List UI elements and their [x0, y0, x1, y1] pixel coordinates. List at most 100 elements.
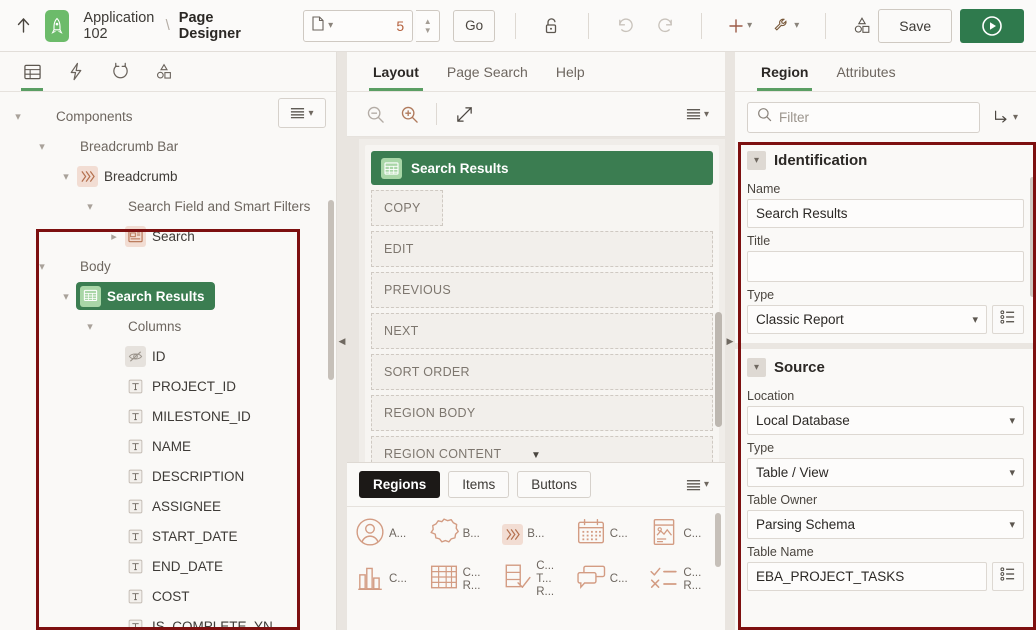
up-arrow-icon[interactable]	[12, 11, 35, 41]
chevron-down-icon[interactable]: ▾	[747, 151, 766, 170]
gallery-item[interactable]: B...	[427, 515, 501, 554]
tree-node[interactable]: ▾ Search Field and Smart Filters	[0, 191, 336, 221]
table-owner-field[interactable]: Parsing Schema ▾	[747, 510, 1024, 539]
page-selector[interactable]: ▾ 5	[303, 9, 414, 42]
property-filter[interactable]	[747, 101, 980, 133]
gallery-item[interactable]: C... R...	[647, 558, 721, 601]
property-scrollbar[interactable]	[1030, 177, 1035, 297]
tree-twisty-down-icon[interactable]: ▾	[56, 290, 76, 303]
property-group-header[interactable]: ▾ Source	[747, 349, 1024, 383]
tab-region[interactable]: Region	[749, 52, 820, 91]
search-input[interactable]	[779, 109, 970, 125]
gallery-grid[interactable]: A... B... B... C... C... C... C... R... …	[353, 515, 721, 601]
tree-node[interactable]: ▾ Components	[0, 101, 336, 131]
table-name-lov-button[interactable]	[992, 562, 1024, 591]
gallery-tab-buttons[interactable]: Buttons	[517, 471, 592, 498]
go-to-group-button[interactable]: ▾	[986, 101, 1024, 133]
unlock-icon[interactable]	[536, 10, 568, 42]
tree-node[interactable]: ▾ Body	[0, 251, 336, 281]
gallery-item[interactable]: C...	[353, 558, 427, 601]
gallery-body[interactable]: A... B... B... C... C... C... C... R... …	[347, 507, 725, 630]
tab-help[interactable]: Help	[544, 52, 597, 91]
layout-menu-button[interactable]: ▾	[682, 108, 713, 120]
tree-node[interactable]: NAME	[0, 431, 336, 461]
sidebar-item-rendering[interactable]	[10, 52, 54, 91]
name-field[interactable]: Search Results	[747, 199, 1024, 228]
canvas-drop-row[interactable]: COPY	[371, 190, 443, 226]
type-field[interactable]: Classic Report ▾	[747, 305, 987, 334]
canvas-scroll-down-icon[interactable]: ▼	[531, 450, 541, 461]
chevron-down-icon[interactable]: ▾	[972, 313, 978, 326]
center-panel-tabs[interactable]: Layout Page Search Help	[347, 52, 725, 92]
stepper-down-icon[interactable]: ▼	[424, 26, 432, 35]
zoom-in-icon[interactable]	[393, 98, 425, 130]
title-field[interactable]	[747, 251, 1024, 282]
canvas-drop-row[interactable]: NEXT	[371, 313, 713, 349]
canvas-drop-row[interactable]: EDIT	[371, 231, 713, 267]
gallery-tab-items[interactable]: Items	[448, 471, 510, 498]
canvas-drop-row[interactable]: PREVIOUS	[371, 272, 713, 308]
tree-node[interactable]: ▾ Breadcrumb	[0, 161, 336, 191]
tree-node[interactable]: DESCRIPTION	[0, 461, 336, 491]
type-lov-button[interactable]	[992, 305, 1024, 334]
stepper-up-icon[interactable]: ▲	[424, 17, 432, 26]
gallery-tab-regions[interactable]: Regions	[359, 471, 441, 498]
tree-node[interactable]: END_DATE	[0, 551, 336, 581]
redo-icon[interactable]	[649, 10, 681, 42]
collapse-right-icon[interactable]: ▶	[727, 336, 734, 347]
application-badge-icon[interactable]	[44, 9, 70, 42]
shapes-icon[interactable]	[846, 10, 878, 42]
tree-node[interactable]: ASSIGNEE	[0, 491, 336, 521]
canvas-drop-row[interactable]: REGION BODY	[371, 395, 713, 431]
gallery-item[interactable]: C...	[647, 515, 721, 554]
tab-layout[interactable]: Layout	[361, 52, 431, 91]
layout-canvas[interactable]: Search Results COPY EDIT PREVIOUS NEXT SORT …	[347, 137, 725, 462]
chevron-down-icon[interactable]: ▾	[1009, 414, 1015, 427]
property-editor-tabs[interactable]: Region Attributes	[735, 52, 1036, 92]
gallery-item[interactable]: C...	[574, 515, 648, 554]
go-button[interactable]: Go	[453, 9, 496, 42]
gallery-scrollbar[interactable]	[715, 513, 721, 567]
table-name-field[interactable]: EBA_PROJECT_TASKS	[747, 562, 987, 591]
tree-twisty-down-icon[interactable]: ▾	[80, 320, 100, 333]
save-button[interactable]: Save	[878, 8, 953, 43]
tree-node[interactable]: ID	[0, 341, 336, 371]
type-field[interactable]: Table / View ▾	[747, 458, 1024, 487]
gallery-item[interactable]: A...	[353, 515, 427, 554]
tree-node[interactable]: ▾ Columns	[0, 311, 336, 341]
page-number-value[interactable]: 5	[396, 18, 404, 34]
canvas-drop-row[interactable]: REGION CONTENT	[371, 436, 713, 462]
tree-node[interactable]: IS_COMPLETE_YN	[0, 611, 336, 630]
sidebar-item-dynamic-actions[interactable]	[54, 52, 98, 91]
chevron-down-icon[interactable]: ▾	[1009, 466, 1015, 479]
gallery-tab-list[interactable]: Regions Items Buttons	[359, 471, 592, 498]
sidebar-item-page-shared-components[interactable]	[142, 52, 186, 91]
tree-node[interactable]: ▾ Breadcrumb Bar	[0, 131, 336, 161]
right-splitter[interactable]: ▶	[725, 52, 735, 630]
left-splitter[interactable]: ◀	[337, 52, 347, 630]
canvas-region-header[interactable]: Search Results	[371, 151, 713, 185]
canvas-surface[interactable]: Search Results COPY EDIT PREVIOUS NEXT SORT …	[359, 139, 725, 462]
tree-twisty-down-icon[interactable]: ▾	[80, 200, 100, 213]
tree-twisty-down-icon[interactable]: ▾	[32, 260, 52, 273]
undo-icon[interactable]	[609, 10, 641, 42]
tab-page-search[interactable]: Page Search	[435, 52, 540, 91]
tree-twisty-down-icon[interactable]: ▾	[56, 170, 76, 183]
chevron-down-icon[interactable]: ▾	[747, 358, 766, 377]
collapse-left-icon[interactable]: ◀	[339, 336, 346, 347]
breadcrumb-application[interactable]: Application 102	[83, 10, 156, 42]
run-button[interactable]	[960, 8, 1025, 43]
gallery-item[interactable]: C... R...	[427, 558, 501, 601]
gallery-item[interactable]: C... T... R...	[500, 558, 574, 601]
tree-twisty-right-icon[interactable]: ▸	[104, 230, 124, 243]
tree-twisty-down-icon[interactable]: ▾	[32, 140, 52, 153]
tree-node[interactable]: COST	[0, 581, 336, 611]
component-tree[interactable]: ▾ Components ▾ Breadcrumb Bar ▾ Breadcrumb…	[0, 101, 336, 630]
tab-attributes[interactable]: Attributes	[824, 52, 907, 91]
tree-node[interactable]: PROJECT_ID	[0, 371, 336, 401]
tree-node[interactable]: ▸ Search	[0, 221, 336, 251]
tree-node[interactable]: START_DATE	[0, 521, 336, 551]
tree-twisty-down-icon[interactable]: ▾	[8, 110, 28, 123]
region-card[interactable]: Search Results COPY EDIT PREVIOUS NEXT SORT …	[365, 145, 719, 462]
zoom-out-icon[interactable]	[359, 98, 391, 130]
